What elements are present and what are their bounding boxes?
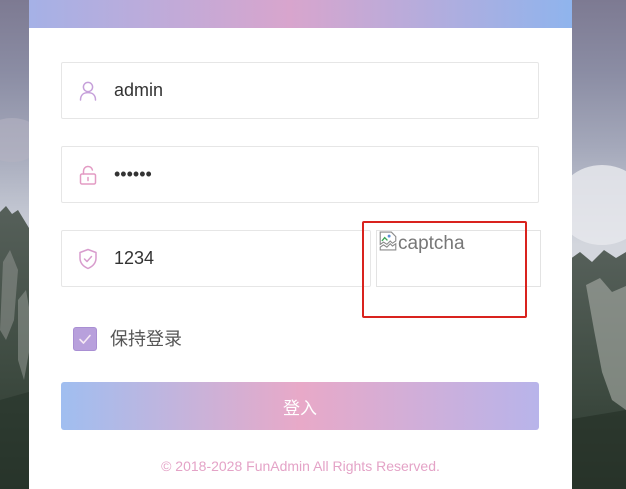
remember-checkbox[interactable] xyxy=(73,327,97,351)
login-button[interactable]: 登入 xyxy=(61,382,539,430)
user-icon xyxy=(78,80,98,102)
lock-icon xyxy=(78,164,98,186)
copyright-footer: © 2018-2028 FunAdmin All Rights Reserved… xyxy=(161,458,440,474)
card-header-band xyxy=(29,0,572,28)
captcha-alt-text: captcha xyxy=(398,233,465,254)
captcha-field xyxy=(61,230,371,287)
checkmark-icon xyxy=(79,334,91,344)
remember-label[interactable]: 保持登录 xyxy=(110,328,182,350)
shield-icon xyxy=(78,248,98,270)
captcha-input[interactable] xyxy=(114,231,360,286)
password-input[interactable] xyxy=(114,147,528,202)
captcha-image-alt: captcha xyxy=(378,231,465,257)
login-card: captcha 保持登录 登入 © 2018-2028 FunAdmin All… xyxy=(29,0,572,489)
username-field xyxy=(61,62,539,119)
broken-image-icon xyxy=(378,231,398,257)
login-button-label: 登入 xyxy=(283,398,317,418)
captcha-image[interactable]: captcha xyxy=(376,230,541,287)
password-field xyxy=(61,146,539,203)
username-input[interactable] xyxy=(114,63,528,118)
